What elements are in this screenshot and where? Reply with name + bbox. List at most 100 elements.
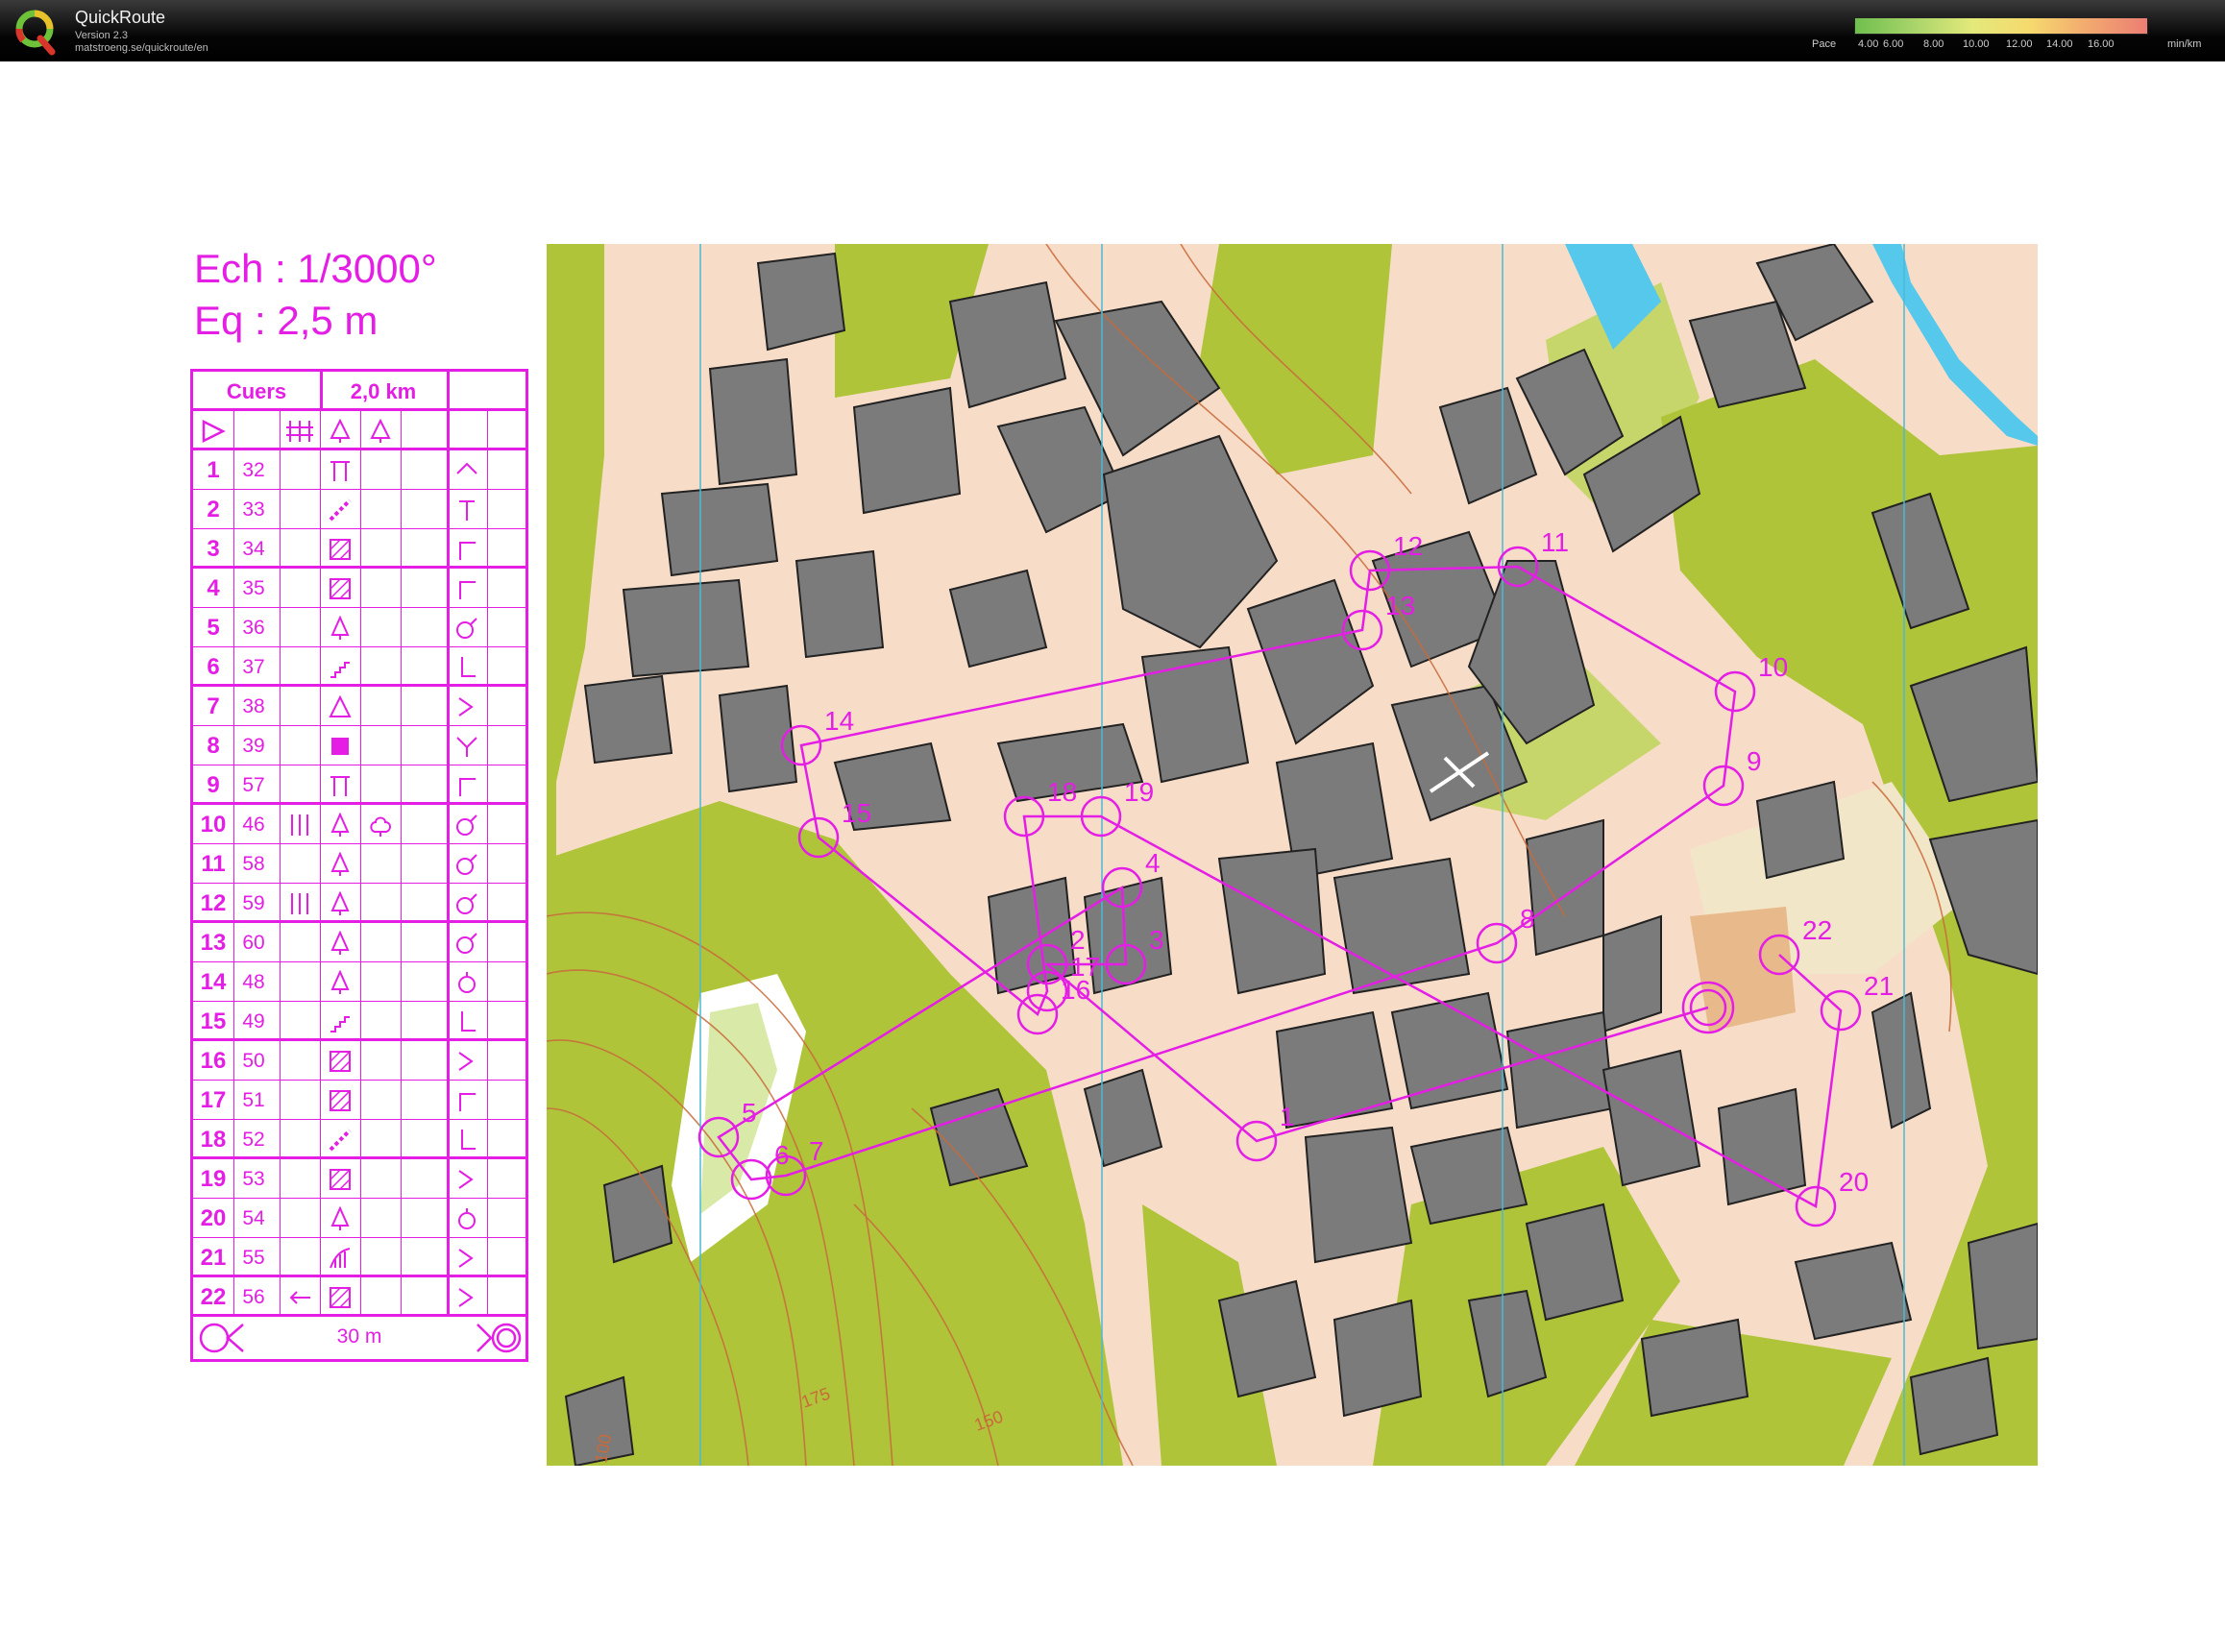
control-number: 21 bbox=[200, 1245, 227, 1271]
control-label: 20 bbox=[1839, 1167, 1869, 1197]
control-code: 50 bbox=[242, 1050, 265, 1072]
pace-tick: 4.00 bbox=[1858, 38, 1879, 50]
control-number: 13 bbox=[200, 930, 227, 956]
control-label: 17 bbox=[1070, 952, 1100, 982]
gate-icon bbox=[330, 776, 350, 796]
control-code: 36 bbox=[242, 617, 265, 639]
control-code: 46 bbox=[242, 814, 265, 836]
control-row: 12 59 bbox=[193, 884, 526, 923]
app-url[interactable]: matstroeng.se/quickroute/en bbox=[75, 42, 208, 54]
control-number: 3 bbox=[207, 536, 220, 562]
control-code: 52 bbox=[242, 1129, 265, 1151]
control-number: 7 bbox=[207, 693, 220, 719]
control-number: 16 bbox=[200, 1048, 227, 1074]
pace-tick: 14.00 bbox=[2046, 38, 2073, 50]
ramp-icon bbox=[330, 1248, 351, 1269]
corner-icon bbox=[459, 581, 476, 599]
control-code: 34 bbox=[242, 538, 265, 560]
steps-icon bbox=[330, 1016, 350, 1032]
app-version: Version 2.3 bbox=[75, 30, 129, 41]
control-row: 5 36 bbox=[193, 608, 526, 647]
foot-icon bbox=[461, 1130, 476, 1150]
tree-icon bbox=[330, 852, 350, 876]
fence-icon bbox=[291, 893, 308, 914]
side-icon bbox=[456, 933, 477, 954]
fence-icon bbox=[286, 421, 313, 442]
fence-icon bbox=[291, 814, 308, 836]
filled-square-icon bbox=[331, 738, 349, 755]
control-row: 19 53 bbox=[193, 1159, 526, 1199]
hatched-area-icon bbox=[330, 578, 351, 599]
control-code: 48 bbox=[242, 971, 265, 993]
pace-tick: 12.00 bbox=[2006, 38, 2033, 50]
control-code: 39 bbox=[242, 735, 265, 757]
control-row: 9 57 bbox=[193, 765, 526, 805]
control-code: 35 bbox=[242, 577, 265, 599]
control-number: 12 bbox=[200, 890, 227, 916]
top-edge-icon bbox=[456, 462, 477, 474]
tree-icon bbox=[330, 616, 350, 640]
tree-icon bbox=[330, 931, 350, 955]
control-number: 2 bbox=[207, 497, 220, 522]
triangle-icon bbox=[329, 694, 352, 717]
corner-icon bbox=[459, 542, 476, 560]
hatched-area-icon bbox=[330, 1169, 351, 1190]
pace-tick: 16.00 bbox=[2088, 38, 2115, 50]
control-number: 4 bbox=[207, 575, 220, 601]
control-code: 58 bbox=[242, 853, 265, 875]
control-row: 8 39 bbox=[193, 726, 526, 765]
control-code: 32 bbox=[242, 459, 265, 481]
control-number: 9 bbox=[207, 772, 220, 798]
arrow-left-icon bbox=[289, 1291, 310, 1304]
control-code: 56 bbox=[242, 1286, 265, 1308]
control-row: 21 55 bbox=[193, 1238, 526, 1277]
control-code: 51 bbox=[242, 1089, 265, 1111]
control-code: 60 bbox=[242, 932, 265, 954]
contour-interval: Eq : 2,5 m bbox=[194, 298, 379, 343]
control-number: 5 bbox=[207, 615, 220, 641]
tree-icon bbox=[370, 419, 391, 443]
map-scale: Ech : 1/3000° bbox=[194, 246, 437, 291]
control-number: 11 bbox=[201, 851, 226, 877]
stairway-icon bbox=[329, 498, 352, 522]
control-row: 1 32 bbox=[193, 450, 526, 490]
control-label: 5 bbox=[742, 1098, 757, 1128]
map-canvas[interactable]: 175 150 100 12 3456 789101112131415161718 1… bbox=[547, 244, 2038, 1466]
control-code: 57 bbox=[242, 774, 265, 796]
control-number: 10 bbox=[200, 812, 227, 838]
junction-icon bbox=[456, 737, 477, 757]
control-label: 11 bbox=[1541, 527, 1569, 557]
control-row: 14 48 bbox=[193, 962, 526, 1002]
hatched-area-icon bbox=[330, 1051, 351, 1072]
control-row: 11 58 bbox=[193, 844, 526, 884]
tree-icon bbox=[330, 891, 350, 915]
control-code: 33 bbox=[242, 498, 265, 521]
control-label: 18 bbox=[1047, 777, 1077, 807]
app-title: QuickRoute bbox=[75, 8, 166, 27]
sheet-finish-row: 30 m bbox=[193, 1317, 526, 1356]
control-label: 19 bbox=[1124, 777, 1154, 807]
control-code: 38 bbox=[242, 695, 265, 717]
control-label: 15 bbox=[842, 798, 871, 828]
side-icon bbox=[456, 854, 477, 875]
top-icon bbox=[458, 972, 476, 993]
control-number: 17 bbox=[200, 1087, 227, 1113]
orienteering-map[interactable]: 175 150 100 1 2 3 4 5 6 7 8 9 10 11 12 13 14 15 16 17 18 1… bbox=[547, 244, 2038, 1466]
gate-icon bbox=[330, 461, 350, 481]
control-number: 22 bbox=[200, 1284, 227, 1310]
control-row: 16 50 bbox=[193, 1041, 526, 1081]
control-code: 53 bbox=[242, 1168, 265, 1190]
control-label: 6 bbox=[774, 1140, 790, 1170]
control-row: 13 60 bbox=[193, 923, 526, 962]
control-label: 22 bbox=[1802, 915, 1832, 945]
control-number: 14 bbox=[200, 969, 227, 995]
control-row: 6 37 bbox=[193, 647, 526, 687]
foot-icon bbox=[461, 1011, 476, 1032]
control-code: 54 bbox=[242, 1207, 265, 1229]
control-number: 6 bbox=[207, 654, 220, 680]
side-icon bbox=[456, 618, 477, 639]
lower-part-icon bbox=[459, 500, 475, 521]
control-label: 8 bbox=[1520, 904, 1535, 934]
control-row: 17 51 bbox=[193, 1081, 526, 1120]
pace-tick: 6.00 bbox=[1883, 38, 1904, 50]
